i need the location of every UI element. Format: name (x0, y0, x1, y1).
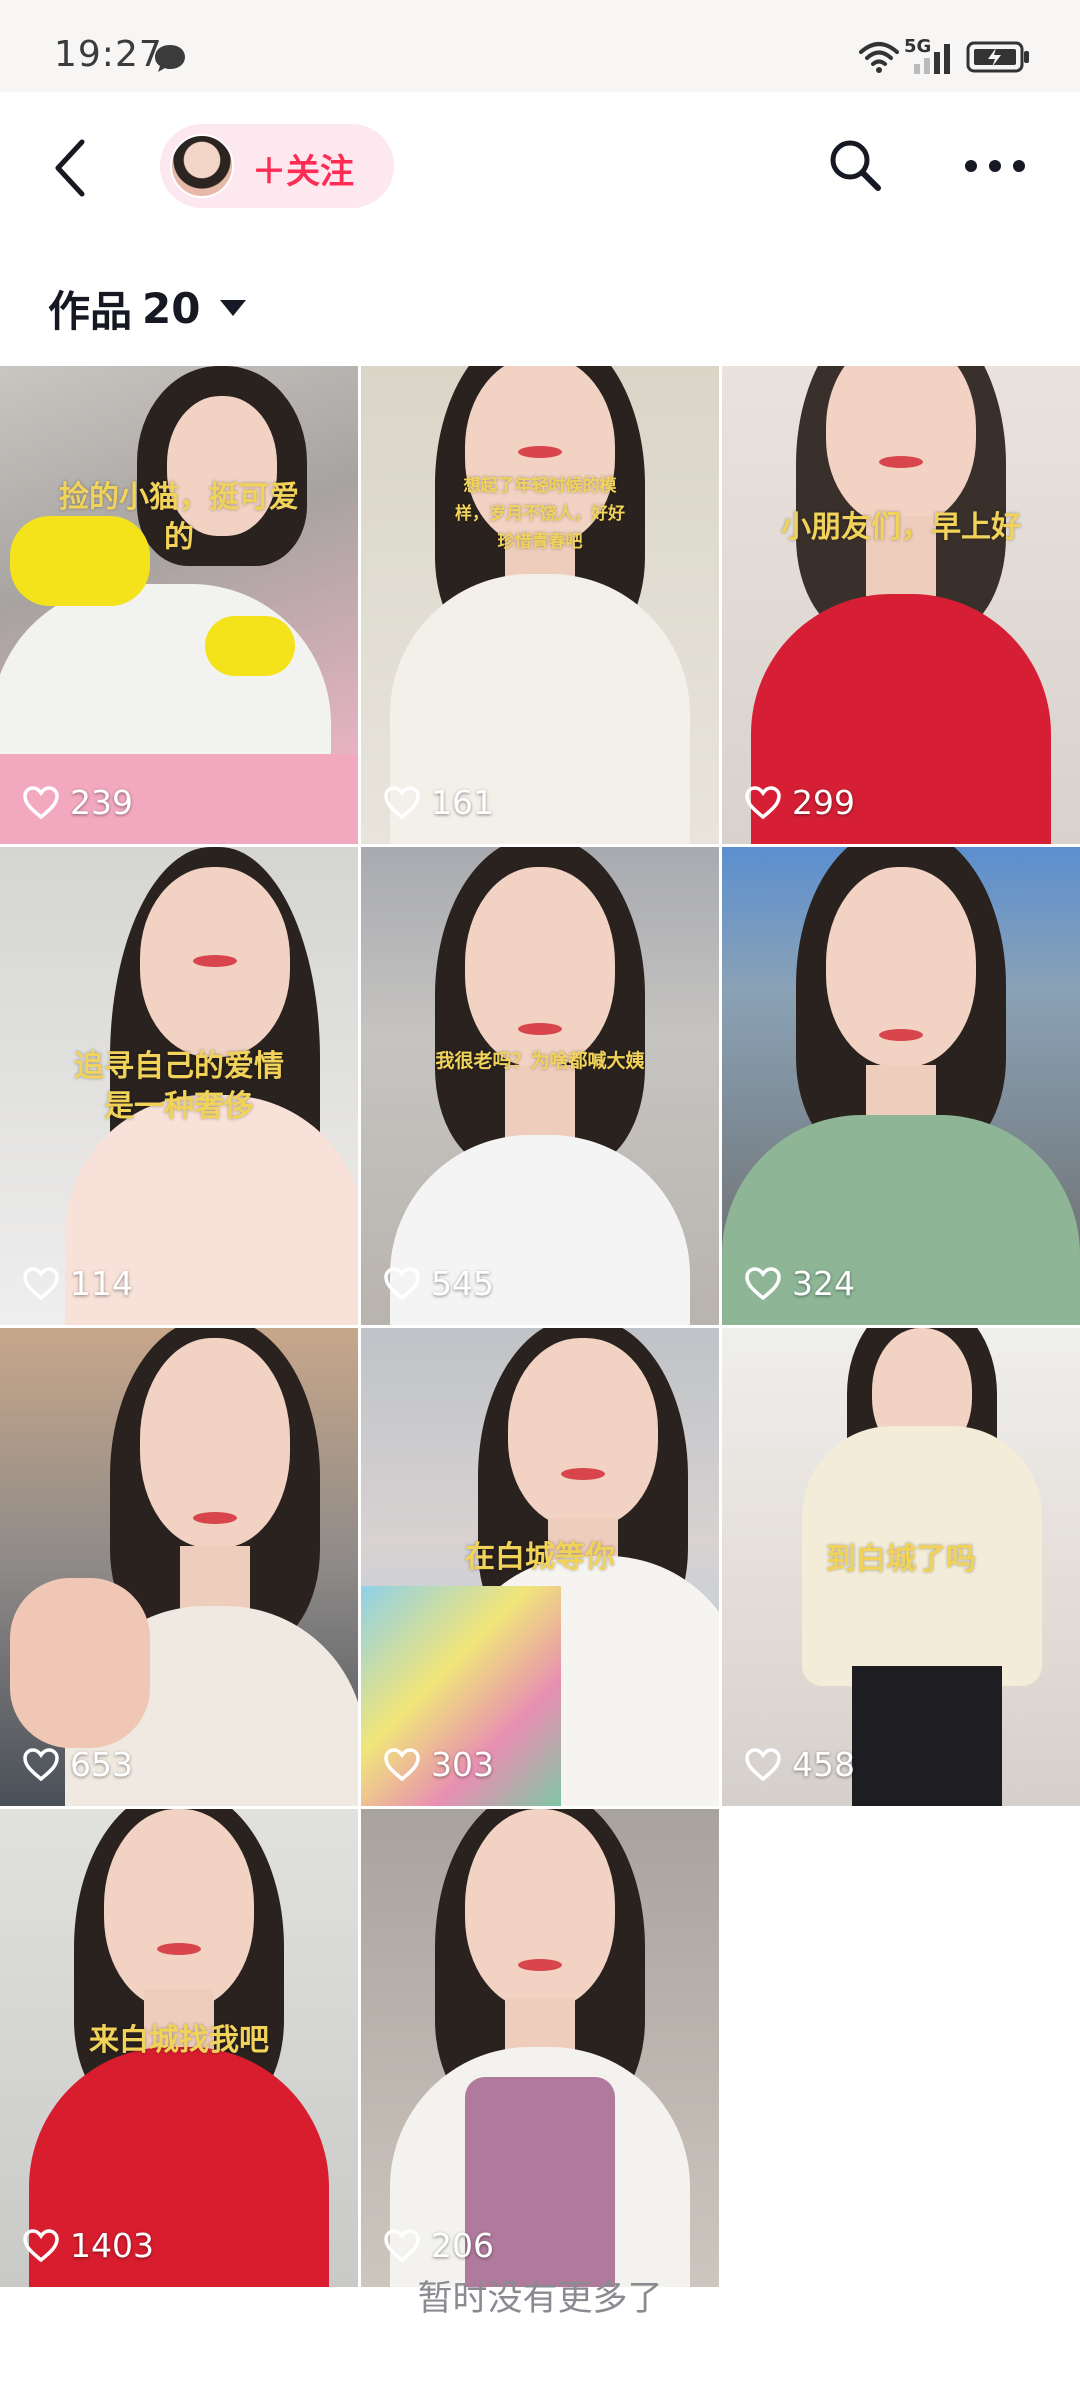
like-count: 653 (70, 1745, 133, 1784)
video-tile[interactable]: 追寻自己的爱情是一种奢侈 114 (0, 847, 358, 1325)
signal-icon (914, 44, 950, 74)
video-tile[interactable]: 到白城了吗 458 (722, 1328, 1080, 1806)
video-tile[interactable]: 小朋友们，早上好 299 (722, 366, 1080, 844)
thumbnail-lips (518, 1023, 562, 1035)
video-grid: 捡的小猫，挺可爱的 239 想起了年轻时候的模样，岁月不饶人，好好珍惜青春吧 1… (0, 366, 1080, 2287)
thumbnail-lips (518, 1959, 562, 1971)
heart-icon (23, 2228, 59, 2262)
works-label: 作品 (48, 286, 133, 336)
like-count-row: 1403 (22, 2226, 154, 2265)
like-count: 545 (431, 1264, 494, 1303)
thumbnail-lips (879, 456, 923, 468)
follow-button[interactable]: ＋关注 (252, 144, 354, 193)
video-caption: 我很老吗？为啥都喊大姨 (435, 1050, 645, 1072)
like-count: 114 (70, 1264, 133, 1303)
avatar[interactable] (170, 134, 234, 198)
thumbnail-face (465, 1809, 615, 2009)
like-count: 239 (70, 783, 133, 822)
video-caption: 在白城等你 (465, 1540, 615, 1575)
dropdown-triangle-icon[interactable] (218, 296, 248, 320)
like-count-row: 114 (22, 1264, 133, 1303)
thumbnail-face (104, 1809, 254, 2009)
follow-pill[interactable]: ＋关注 (160, 124, 394, 208)
like-count-row: 303 (383, 1745, 494, 1784)
thumbnail-skirt (852, 1666, 1002, 1806)
video-caption: 追寻自己的爱情是一种奢侈 (74, 1049, 284, 1124)
search-button[interactable] (822, 132, 888, 198)
like-count: 161 (431, 783, 494, 822)
thumbnail-face (465, 867, 615, 1067)
like-count: 303 (431, 1745, 494, 1784)
no-more-content-label: 暂时没有更多了 (417, 2279, 663, 2319)
yellow-glove (205, 616, 295, 676)
works-tab[interactable]: 作品 20 (48, 278, 248, 338)
thumbnail-face (826, 366, 976, 526)
like-count-row: 653 (22, 1745, 133, 1784)
heart-icon (384, 785, 420, 819)
profile-header: ＋关注 (0, 92, 1080, 240)
video-caption: 想起了年轻时候的模样，岁月不饶人，好好珍惜青春吧 (455, 476, 625, 552)
video-caption: 来白城找我吧 (89, 2023, 269, 2058)
back-arrow-icon (55, 139, 85, 197)
video-tile[interactable]: 想起了年轻时候的模样，岁月不饶人，好好珍惜青春吧 161 (361, 366, 719, 844)
video-tile[interactable]: 206 (361, 1809, 719, 2287)
heart-icon (745, 1747, 781, 1781)
video-tile[interactable]: 653 (0, 1328, 358, 1806)
more-dots-icon (965, 160, 1025, 172)
works-count: 20 (142, 283, 201, 333)
status-bar: 19:27 5G (0, 0, 1080, 92)
like-count-row: 458 (744, 1745, 855, 1784)
thumbnail-lips (157, 1943, 201, 1955)
more-button[interactable] (960, 136, 1030, 196)
thumbnail-face (507, 1338, 658, 1528)
like-count-row: 161 (383, 783, 494, 822)
heart-icon (384, 1747, 420, 1781)
search-icon (830, 140, 881, 191)
thumbnail-lips (518, 446, 562, 458)
video-tile[interactable]: 我很老吗？为啥都喊大姨 545 (361, 847, 719, 1325)
like-count: 324 (792, 1264, 855, 1303)
like-count-row: 324 (744, 1264, 855, 1303)
profile-videos-screen: 19:27 5G ＋关注 作品 20 捡的小猫，挺可爱的 239 想起了年轻时候… (0, 0, 1080, 2388)
thumbnail-pillow (10, 1578, 150, 1748)
thumbnail-lips (192, 955, 237, 967)
status-time: 19:27 (54, 34, 163, 75)
like-count: 1403 (70, 2226, 154, 2265)
like-count-row: 206 (383, 2226, 494, 2265)
video-tile[interactable]: 在白城等你 303 (361, 1328, 719, 1806)
video-tile[interactable]: 捡的小猫，挺可爱的 239 (0, 366, 358, 844)
wifi-icon (859, 42, 899, 73)
video-caption: 捡的小猫，挺可爱的 (59, 480, 299, 555)
video-tile[interactable]: 324 (722, 847, 1080, 1325)
heart-icon (745, 785, 781, 819)
like-count: 206 (431, 2226, 494, 2265)
thumbnail-lips (560, 1468, 605, 1480)
like-count-row: 545 (383, 1264, 494, 1303)
thumbnail-lips (879, 1029, 923, 1041)
heart-icon (23, 1266, 59, 1300)
video-caption: 到白城了吗 (826, 1542, 976, 1577)
thumbnail-lips (192, 1512, 237, 1524)
battery-charging-icon (966, 41, 1029, 73)
heart-icon (23, 1747, 59, 1781)
heart-icon (23, 785, 59, 819)
video-caption: 小朋友们，早上好 (781, 510, 1021, 545)
like-count-row: 299 (744, 783, 855, 822)
heart-icon (384, 2228, 420, 2262)
like-count: 299 (792, 783, 855, 822)
video-tile[interactable]: 来白城找我吧 1403 (0, 1809, 358, 2287)
heart-icon (384, 1266, 420, 1300)
like-count: 458 (792, 1745, 855, 1784)
like-count-row: 239 (22, 783, 133, 822)
heart-icon (745, 1266, 781, 1300)
message-icon (155, 45, 185, 72)
back-button[interactable] (40, 132, 100, 204)
thumbnail-neck (505, 1065, 575, 1145)
